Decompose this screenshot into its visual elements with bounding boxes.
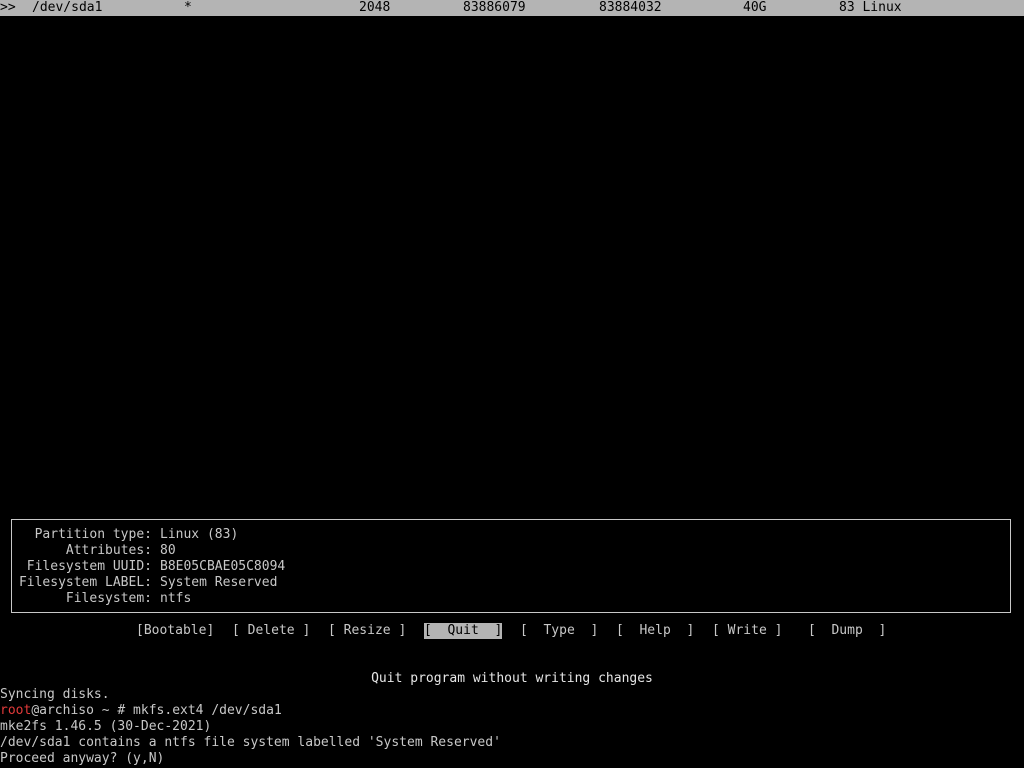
info-value: B8E05CBAE05C8094 (160, 559, 286, 574)
info-value: 80 (160, 543, 176, 558)
type-button[interactable]: [ Type ] (520, 623, 598, 639)
resize-button[interactable]: [ Resize ] (328, 623, 406, 639)
write-button[interactable]: [ Write ] (712, 623, 782, 639)
info-value: Linux (83) (160, 527, 239, 542)
info-key: Partition type: (34, 527, 152, 542)
info-key: Filesystem: (65, 591, 152, 606)
partition-type: 83 Linux (839, 0, 902, 15)
partition-start: 2048 (359, 0, 391, 15)
info-attributes: Attributes: 80 (12, 543, 176, 559)
info-filesystem: Filesystem: ntfs (12, 591, 191, 607)
menu-hint: Quit program without writing changes (371, 671, 653, 686)
dump-button[interactable]: [ Dump ] (808, 623, 886, 639)
info-key: Attributes: (65, 543, 152, 558)
terminal-line-proceed[interactable]: Proceed anyway? (y,N) (0, 751, 164, 767)
info-value: ntfs (160, 591, 192, 606)
prompt-user: root (0, 703, 32, 718)
partition-row-sda1[interactable]: >> /dev/sda1 * 2048 83886079 83884032 40… (0, 0, 1024, 16)
partition-info-box: Partition type: Linux (83) Attributes: 8… (11, 519, 1011, 613)
selection-marker: >> (0, 0, 16, 15)
partition-boot-flag: * (184, 0, 192, 15)
partition-size: 40G (743, 0, 767, 15)
info-key: Filesystem UUID: (26, 559, 152, 574)
help-button[interactable]: [ Help ] (616, 623, 694, 639)
partition-end: 83886079 (463, 0, 526, 15)
partition-sectors: 83884032 (599, 0, 662, 15)
action-menu: [Bootable] [ Delete ] [ Resize ] [ Quit … (0, 623, 1024, 639)
terminal-prompt-line: root@archiso ~ # mkfs.ext4 /dev/sda1 (0, 703, 282, 719)
info-filesystem-uuid: Filesystem UUID: B8E05CBAE05C8094 (12, 559, 285, 575)
prompt-command: @archiso ~ # mkfs.ext4 /dev/sda1 (31, 703, 282, 718)
info-partition-type: Partition type: Linux (83) (12, 527, 239, 543)
partition-device: /dev/sda1 (32, 0, 103, 15)
info-value: System Reserved (160, 575, 278, 590)
bootable-button[interactable]: [Bootable] (136, 623, 214, 639)
info-key: Filesystem LABEL: (18, 575, 152, 590)
terminal-line-warning: /dev/sda1 contains a ntfs file system la… (0, 735, 501, 750)
terminal-line-syncing: Syncing disks. (0, 687, 110, 702)
terminal-line-mke2fs: mke2fs 1.46.5 (30-Dec-2021) (0, 719, 212, 734)
info-filesystem-label: Filesystem LABEL: System Reserved (12, 575, 277, 591)
delete-button[interactable]: [ Delete ] (232, 623, 310, 639)
quit-button[interactable]: [ Quit ] (424, 623, 503, 639)
